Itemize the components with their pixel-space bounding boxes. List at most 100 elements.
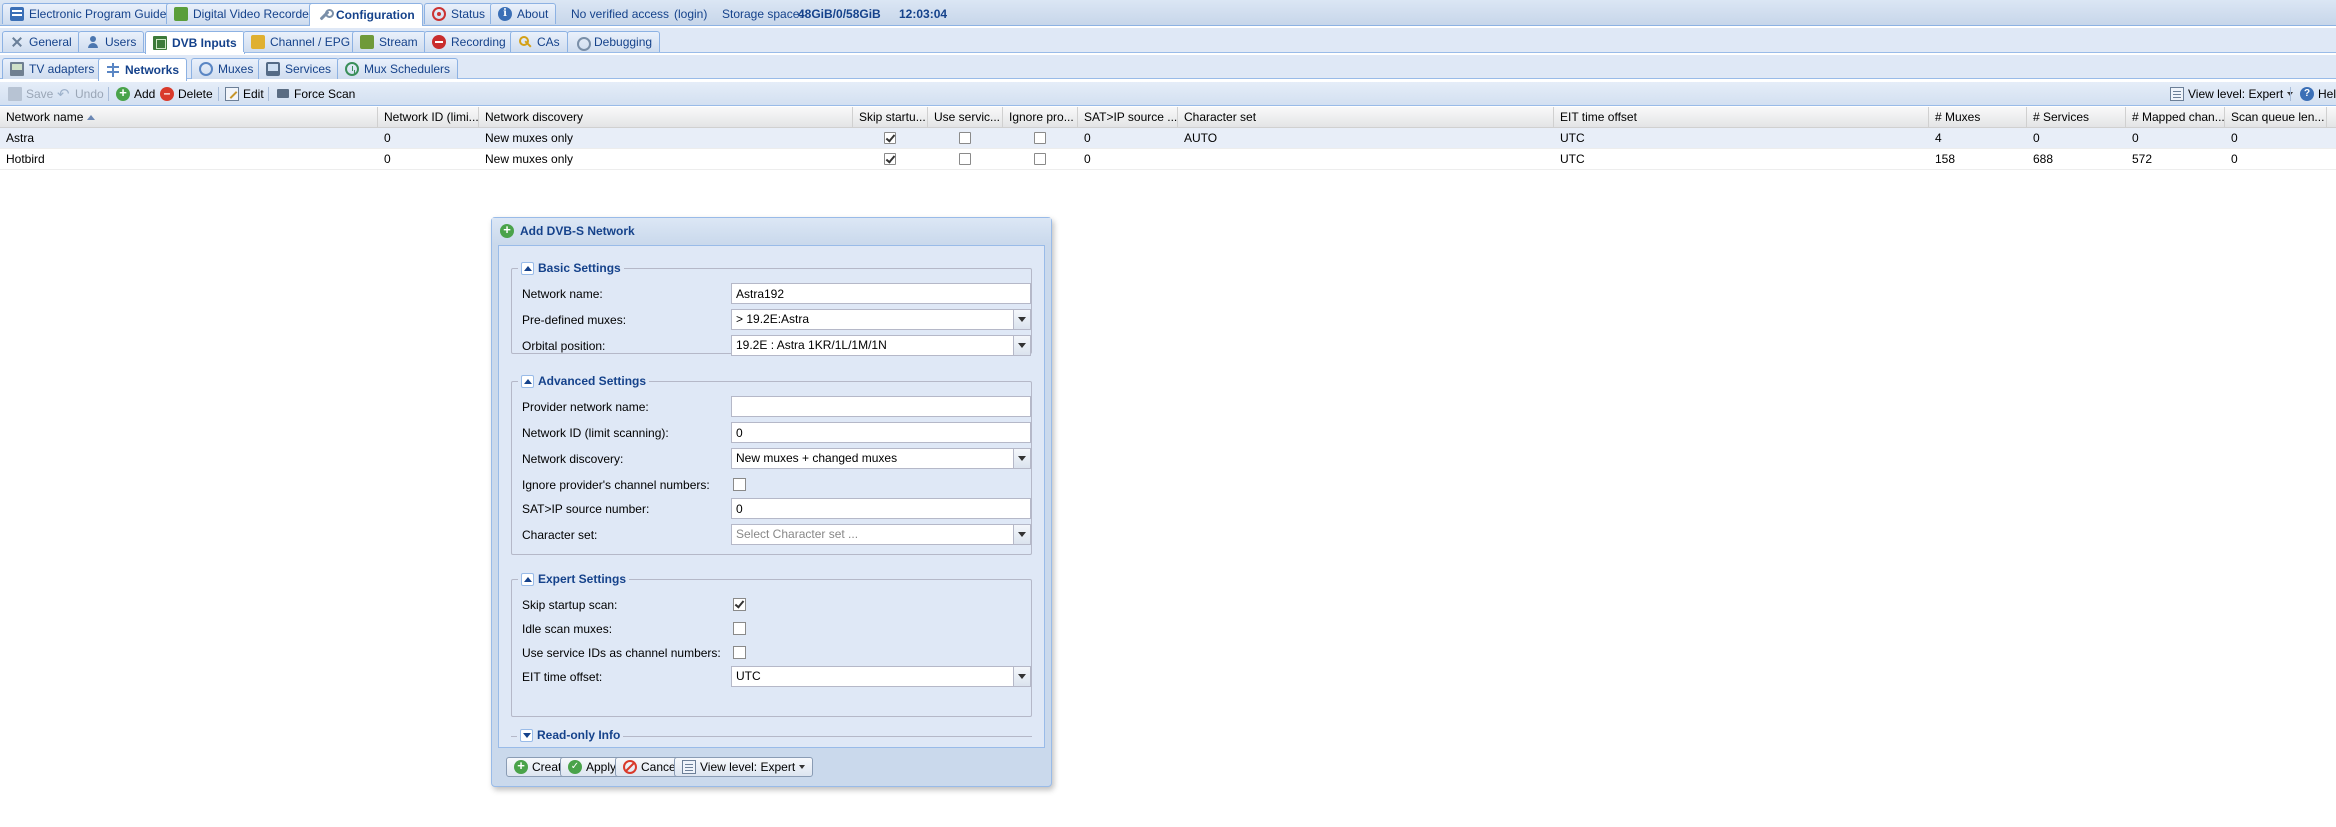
tab-about[interactable]: About xyxy=(490,3,557,24)
column-use-service-ids[interactable]: Use servic... xyxy=(928,107,1003,128)
tab-channel-epg[interactable]: Channel / EPG xyxy=(243,31,359,52)
tab-epg[interactable]: Electronic Program Guide xyxy=(2,3,175,24)
advanced-settings-legend[interactable]: Advanced Settings xyxy=(518,374,650,388)
network-id-input[interactable] xyxy=(731,422,1031,443)
satip-source-label: SAT>IP source number: xyxy=(522,502,650,516)
tab-services[interactable]: Services xyxy=(258,58,340,79)
cell-network-id: 0 xyxy=(384,131,391,145)
column-network-name[interactable]: Network name xyxy=(0,107,378,128)
info-icon xyxy=(498,7,512,21)
force-scan-button[interactable]: Force Scan xyxy=(276,86,355,102)
access-status: No verified access xyxy=(571,7,670,21)
provider-network-name-input[interactable] xyxy=(731,396,1031,417)
channel-icon xyxy=(251,35,265,49)
chevron-down-icon[interactable] xyxy=(1013,525,1030,544)
orbital-position-select[interactable]: 19.2E : Astra 1KR/1L/1M/1N xyxy=(731,335,1031,356)
tab-tv-adapters[interactable]: TV adapters xyxy=(2,58,103,79)
tab-dvr[interactable]: Digital Video Recorder xyxy=(166,3,321,24)
collapse-icon[interactable] xyxy=(521,572,534,586)
table-row[interactable]: Hotbird 0 New muxes only 0 UTC 158 688 5… xyxy=(0,149,2336,170)
column-network-discovery[interactable]: Network discovery xyxy=(479,107,853,128)
basic-settings-legend[interactable]: Basic Settings xyxy=(518,261,624,275)
stream-icon xyxy=(360,35,374,49)
predefined-muxes-select[interactable]: > 19.2E:Astra xyxy=(731,309,1031,330)
help-icon xyxy=(2300,87,2314,101)
readonly-info-legend[interactable]: Read-only Info xyxy=(517,728,624,742)
idle-scan-row: Idle scan muxes: xyxy=(522,618,1027,640)
dialog-view-level-button[interactable]: View level: Expert xyxy=(674,757,814,777)
column-ignore-provider[interactable]: Ignore pro... xyxy=(1003,107,1078,128)
delete-label: Delete xyxy=(178,87,213,101)
advanced-settings-fieldset: Advanced Settings Provider network name:… xyxy=(511,374,1032,555)
wrench-icon xyxy=(317,8,334,22)
cell-ignore-provider-checkbox[interactable] xyxy=(1034,153,1046,165)
view-level-icon xyxy=(682,760,696,774)
network-name-input[interactable] xyxy=(731,283,1031,304)
save-button[interactable]: Save xyxy=(8,86,53,102)
tab-general-label: General xyxy=(29,35,72,49)
column-skip-startup[interactable]: Skip startu... xyxy=(853,107,928,128)
collapse-icon[interactable] xyxy=(521,261,534,275)
column-services[interactable]: # Services xyxy=(2027,107,2126,128)
chevron-down-icon[interactable] xyxy=(1013,336,1030,355)
networks-grid: Network name Network ID (limi... Network… xyxy=(0,107,2336,170)
skip-startup-checkbox[interactable] xyxy=(733,598,746,611)
chevron-down-icon[interactable] xyxy=(1013,310,1030,329)
tab-networks[interactable]: Networks xyxy=(98,58,188,81)
toolbar-separator xyxy=(268,87,269,101)
tab-stream[interactable]: Stream xyxy=(352,31,426,52)
collapse-icon[interactable] xyxy=(521,374,534,388)
idle-scan-label: Idle scan muxes: xyxy=(522,622,613,636)
tab-debugging[interactable]: Debugging xyxy=(567,31,661,52)
chevron-down-icon[interactable] xyxy=(1013,449,1030,468)
use-service-ids-checkbox[interactable] xyxy=(733,646,746,659)
cell-use-service-ids-checkbox[interactable] xyxy=(959,153,971,165)
column-scan-queue[interactable]: Scan queue len... xyxy=(2225,107,2327,128)
cell-ignore-provider-checkbox[interactable] xyxy=(1034,132,1046,144)
chevron-down-icon[interactable] xyxy=(1013,667,1030,686)
dialog-header[interactable]: Add DVB-S Network xyxy=(492,218,1051,244)
edit-icon xyxy=(225,87,239,101)
table-row[interactable]: Astra 0 New muxes only 0 AUTO UTC 4 0 0 … xyxy=(0,128,2336,149)
edit-label: Edit xyxy=(243,87,264,101)
cell-use-service-ids-checkbox[interactable] xyxy=(959,132,971,144)
column-eit-time-offset[interactable]: EIT time offset xyxy=(1554,107,1929,128)
idle-scan-checkbox[interactable] xyxy=(733,622,746,635)
tab-users[interactable]: Users xyxy=(78,31,145,52)
edit-button[interactable]: Edit xyxy=(225,86,264,102)
satip-source-input[interactable] xyxy=(731,498,1031,519)
expand-icon[interactable] xyxy=(520,728,533,742)
column-character-set[interactable]: Character set xyxy=(1178,107,1554,128)
login-link[interactable]: (login) xyxy=(674,7,707,21)
column-mapped-channels[interactable]: # Mapped chan... xyxy=(2126,107,2225,128)
column-satip-source[interactable]: SAT>IP source ... xyxy=(1078,107,1178,128)
basic-settings-fieldset: Basic Settings Network name: Pre-defined… xyxy=(511,261,1032,356)
help-button[interactable]: Help xyxy=(2300,86,2336,102)
tab-cas[interactable]: CAs xyxy=(510,31,568,52)
network-discovery-select[interactable]: New muxes + changed muxes xyxy=(731,448,1031,469)
ignore-provider-checkbox[interactable] xyxy=(733,478,746,491)
tab-muxes[interactable]: Muxes xyxy=(191,58,262,79)
character-set-select[interactable]: Select Character set ... xyxy=(731,524,1031,545)
tab-status[interactable]: Status xyxy=(424,3,494,24)
column-network-id[interactable]: Network ID (limi... xyxy=(378,107,479,128)
tab-mux-schedulers[interactable]: Mux Schedulers xyxy=(337,58,459,79)
column-muxes[interactable]: # Muxes xyxy=(1929,107,2027,128)
tab-configuration[interactable]: Configuration xyxy=(309,3,423,26)
predefined-muxes-value: > 19.2E:Astra xyxy=(736,312,810,326)
undo-button[interactable]: Undo xyxy=(57,85,104,103)
cell-satip-source: 0 xyxy=(1084,152,1091,166)
tab-general[interactable]: General xyxy=(2,31,80,52)
add-button[interactable]: Add xyxy=(116,86,155,102)
view-level-button[interactable]: View level: Expert xyxy=(2170,86,2294,102)
cell-skip-startup-checkbox[interactable] xyxy=(884,153,896,165)
cell-skip-startup-checkbox[interactable] xyxy=(884,132,896,144)
eit-time-offset-row: EIT time offset: UTC xyxy=(522,666,1031,688)
toolbar-separator xyxy=(108,87,109,101)
tab-recording[interactable]: Recording xyxy=(424,31,514,52)
expert-settings-legend[interactable]: Expert Settings xyxy=(518,572,630,586)
tab-dvb-inputs[interactable]: DVB Inputs xyxy=(145,31,245,54)
column-label: EIT time offset xyxy=(1560,110,1637,124)
eit-time-offset-select[interactable]: UTC xyxy=(731,666,1031,687)
delete-button[interactable]: Delete xyxy=(160,86,213,102)
